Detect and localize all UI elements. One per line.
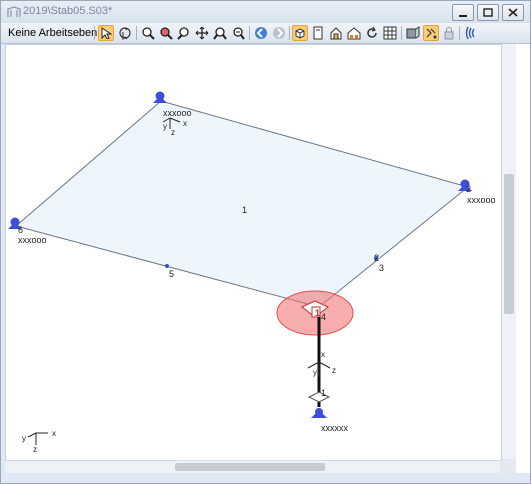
zoom-dynamic-icon[interactable] bbox=[176, 25, 192, 41]
axis-label-y: y bbox=[313, 368, 317, 377]
rotate-view-icon[interactable] bbox=[117, 25, 133, 41]
support-icon bbox=[153, 91, 167, 103]
toolbar-separator bbox=[94, 26, 95, 40]
display-options-icon[interactable] bbox=[423, 25, 439, 41]
support-label: xxxooo bbox=[163, 108, 192, 118]
axis-label-y: y bbox=[22, 434, 26, 443]
axis-label-z: z bbox=[171, 128, 175, 137]
close-button[interactable] bbox=[502, 4, 524, 21]
global-axis-system bbox=[27, 432, 48, 445]
line-label: 2 bbox=[374, 253, 379, 263]
zoom-window-icon[interactable] bbox=[140, 25, 156, 41]
building-view-icon[interactable] bbox=[346, 25, 362, 41]
structure-drawing: 1 2 3 5 1 1 2 4 6 xxxooo xxxooo xxxooo x… bbox=[8, 91, 496, 454]
window-title: 2019\Stab05.S03* bbox=[23, 5, 113, 17]
select-icon[interactable] bbox=[98, 25, 114, 41]
lock-icon[interactable] bbox=[441, 25, 457, 41]
maximize-icon bbox=[483, 8, 493, 17]
render-icon[interactable] bbox=[405, 25, 421, 41]
toolbar-separator bbox=[249, 26, 250, 40]
line-label: 3 bbox=[379, 263, 384, 273]
surface[interactable] bbox=[14, 100, 470, 308]
vertical-scrollbar[interactable] bbox=[501, 44, 516, 459]
view-toolbar: Keine Arbeitseben ▼ bbox=[1, 23, 530, 44]
support-label: xxxooo bbox=[467, 195, 496, 205]
axis-label-z: z bbox=[33, 445, 37, 454]
minimize-icon bbox=[459, 14, 467, 17]
zoom-previous-icon[interactable] bbox=[230, 25, 246, 41]
close-icon bbox=[508, 8, 518, 17]
support-label: xxxooo bbox=[18, 235, 47, 245]
maximize-button[interactable] bbox=[477, 4, 499, 21]
pan-icon[interactable] bbox=[194, 25, 210, 41]
workplane-label: Keine Arbeitseben bbox=[8, 27, 98, 39]
node-label: 2 bbox=[466, 184, 471, 194]
grid-icon[interactable] bbox=[382, 25, 398, 41]
support-label: xxxxxx bbox=[321, 423, 349, 433]
horizontal-scroll-thumb[interactable] bbox=[175, 463, 325, 471]
node-marker[interactable] bbox=[165, 264, 169, 268]
axis-label-y: y bbox=[163, 122, 167, 131]
zoom-area-icon[interactable] bbox=[158, 25, 174, 41]
minimize-button[interactable] bbox=[452, 4, 474, 21]
support-icon bbox=[311, 408, 327, 418]
resize-grip[interactable] bbox=[501, 460, 516, 473]
line-label: 1 bbox=[321, 388, 326, 398]
iso-view-icon[interactable] bbox=[292, 25, 308, 41]
model-window: 2019\Stab05.S03* Keine Arbeitseben ▼ bbox=[0, 0, 531, 484]
vertical-scroll-thumb[interactable] bbox=[504, 174, 514, 314]
axis-label-x: x bbox=[321, 350, 325, 359]
axis-label-x: x bbox=[183, 119, 187, 128]
column-axis-system bbox=[307, 361, 331, 376]
node-label: 6 bbox=[18, 225, 23, 235]
node-label: 1 bbox=[315, 308, 320, 318]
surface-label: 1 bbox=[242, 205, 247, 215]
zoom-all-icon[interactable] bbox=[212, 25, 228, 41]
front-view-icon[interactable] bbox=[310, 25, 326, 41]
wave-icon[interactable] bbox=[463, 25, 479, 41]
window-edge bbox=[516, 44, 530, 473]
toolbar-separator bbox=[289, 26, 290, 40]
node-label: 4 bbox=[321, 312, 326, 322]
title-bar[interactable]: 2019\Stab05.S03* bbox=[1, 1, 530, 23]
toolbar-separator bbox=[136, 26, 137, 40]
refresh-icon[interactable] bbox=[364, 25, 380, 41]
toolbar-separator bbox=[401, 26, 402, 40]
model-viewport[interactable]: 1 2 3 5 1 1 2 4 6 xxxooo xxxooo xxxooo x… bbox=[5, 44, 502, 461]
workplane-dropdown[interactable]: Keine Arbeitseben ▼ bbox=[5, 25, 111, 41]
axis-label-x: x bbox=[52, 429, 56, 438]
line-label: 5 bbox=[169, 269, 174, 279]
next-view-icon[interactable] bbox=[271, 25, 287, 41]
axis-label-z: z bbox=[332, 366, 336, 375]
horizontal-scrollbar[interactable] bbox=[5, 460, 500, 473]
app-icon bbox=[7, 6, 21, 17]
previous-view-icon[interactable] bbox=[253, 25, 269, 41]
toolbar-separator bbox=[459, 26, 460, 40]
house-view-icon[interactable] bbox=[328, 25, 344, 41]
